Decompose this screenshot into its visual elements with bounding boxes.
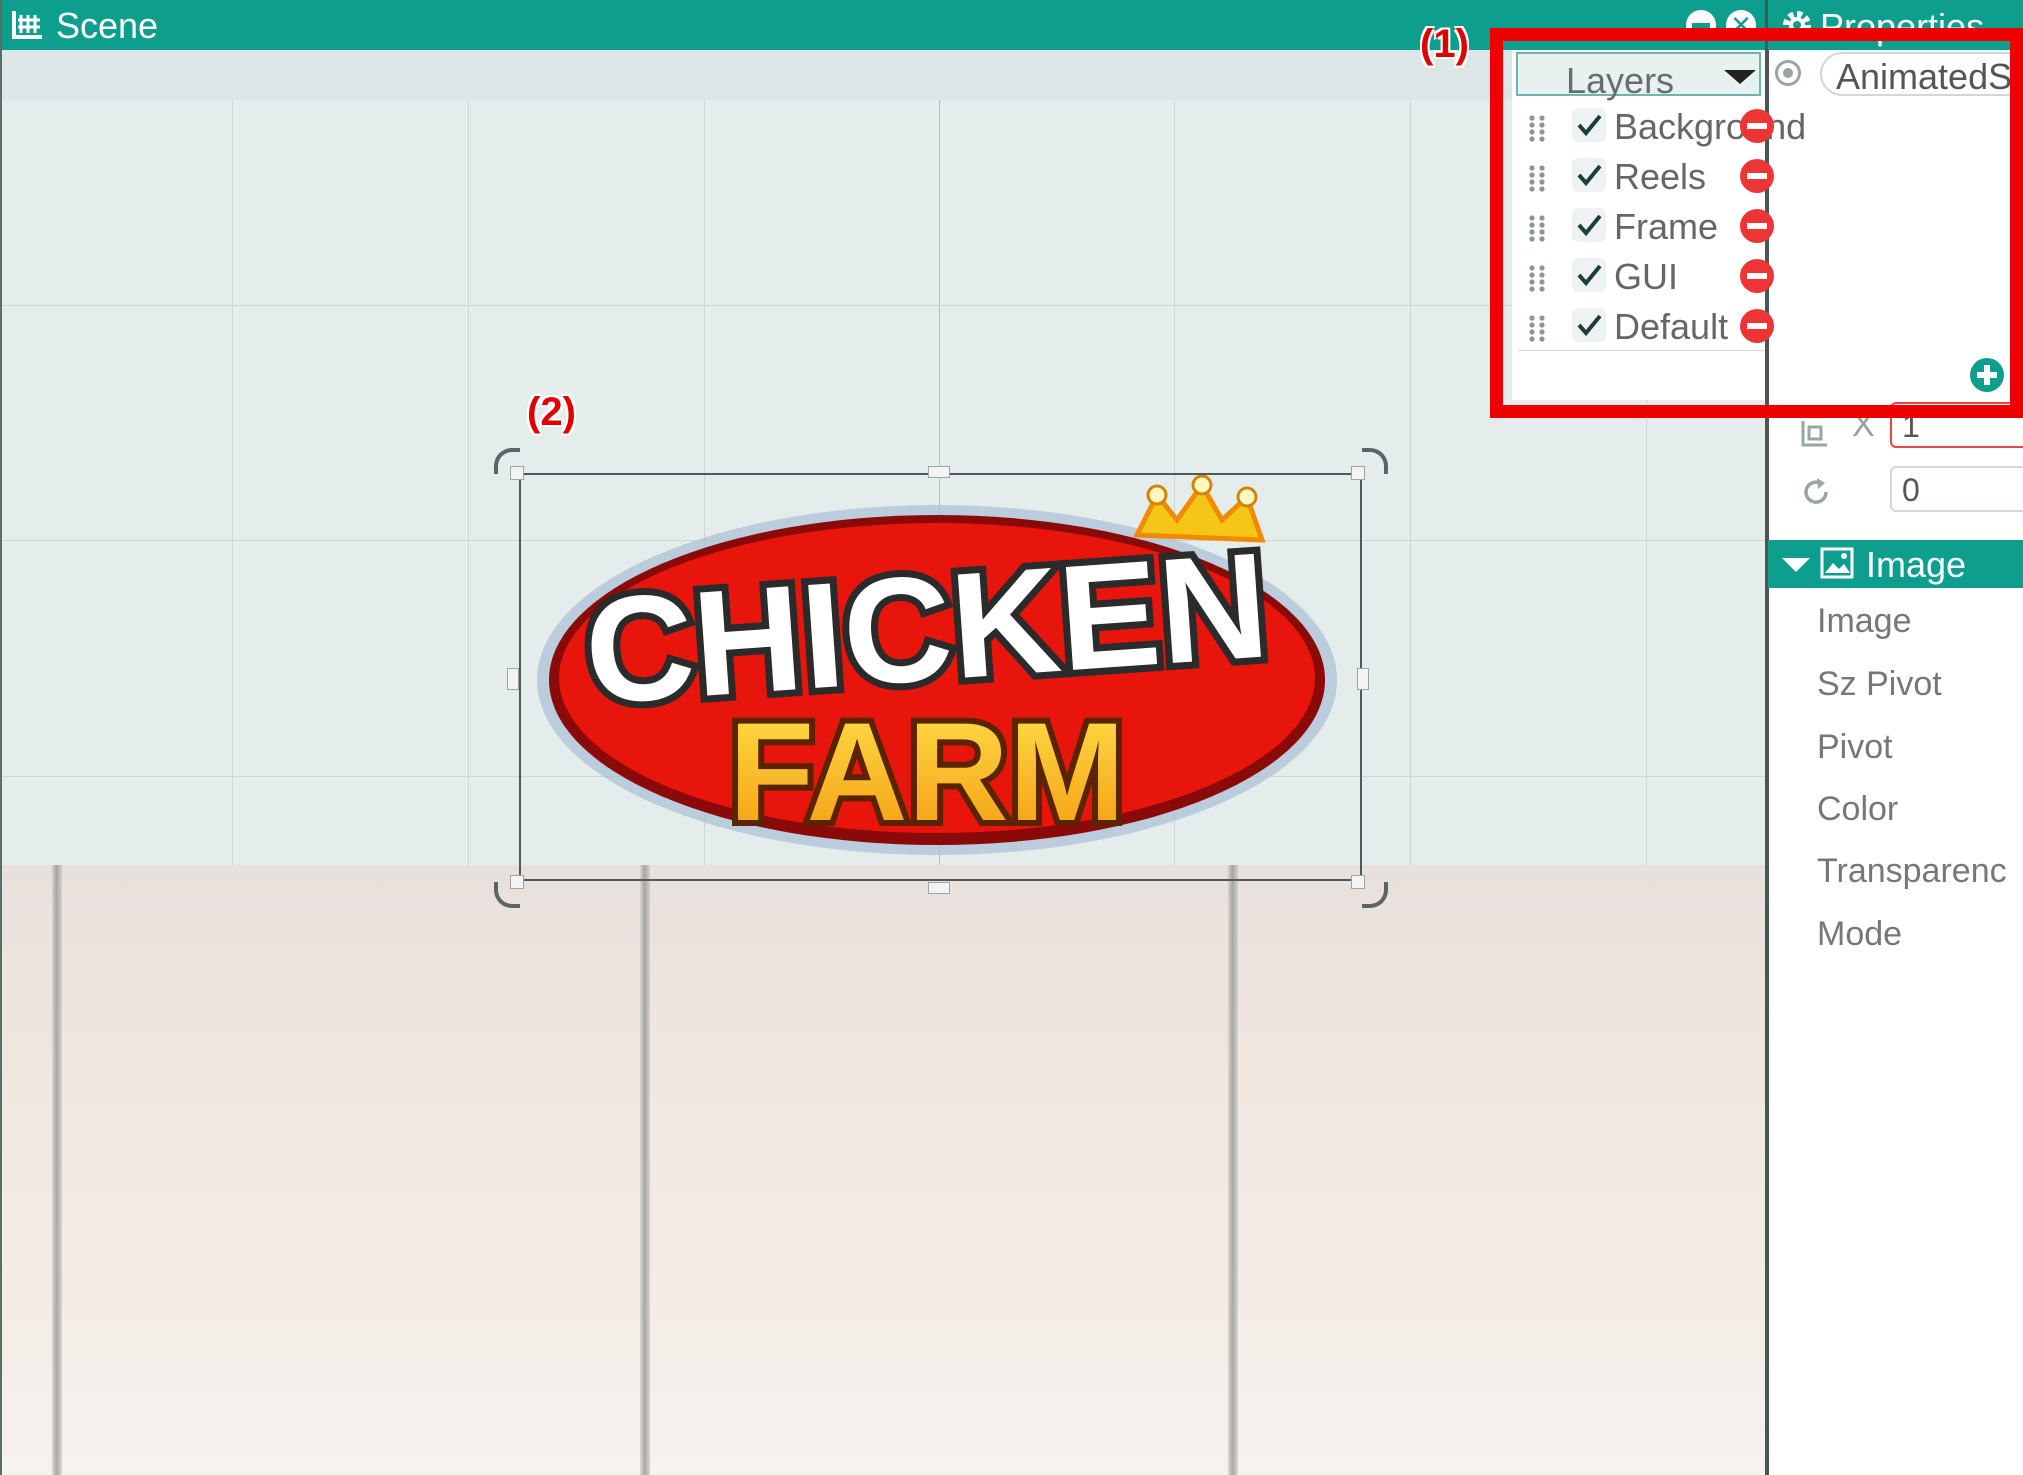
callout-2: (2)	[527, 390, 576, 434]
rotate-icon	[1804, 478, 1828, 504]
image-section-label: Image	[1866, 544, 1967, 585]
scene-title: Scene	[56, 5, 159, 46]
prop-label-image: Image	[1817, 602, 1912, 640]
callout-1: (1)	[1420, 22, 1469, 66]
prop-label-color: Color	[1817, 790, 1899, 828]
prop-label-sz-pivot: Sz Pivot	[1817, 665, 1942, 703]
selection-box[interactable]	[519, 473, 1362, 881]
resize-handle-se[interactable]	[1351, 875, 1365, 889]
image-section-header[interactable]: Image	[1768, 540, 2023, 588]
rotation-input[interactable]: 0	[1890, 466, 2023, 512]
prop-label-mode: Mode	[1817, 915, 1903, 953]
resize-handle-bottom[interactable]	[928, 882, 950, 894]
resize-handle-right[interactable]	[1357, 668, 1369, 690]
prop-label-transparency: Transparenc	[1817, 852, 2007, 890]
reels-background	[2, 865, 1765, 1475]
resize-handle-sw[interactable]	[510, 875, 524, 889]
image-icon	[1820, 547, 1854, 579]
resize-handle-left[interactable]	[507, 668, 519, 690]
resize-handle-top[interactable]	[928, 466, 950, 478]
scale-icon	[1801, 421, 1827, 447]
resize-handle-nw[interactable]	[510, 466, 524, 480]
chevron-down-icon	[1782, 558, 1810, 572]
resize-handle-ne[interactable]	[1351, 466, 1365, 480]
highlight-box-1	[1490, 28, 2023, 418]
grid-icon	[12, 11, 42, 39]
prop-label-pivot: Pivot	[1817, 728, 1893, 766]
